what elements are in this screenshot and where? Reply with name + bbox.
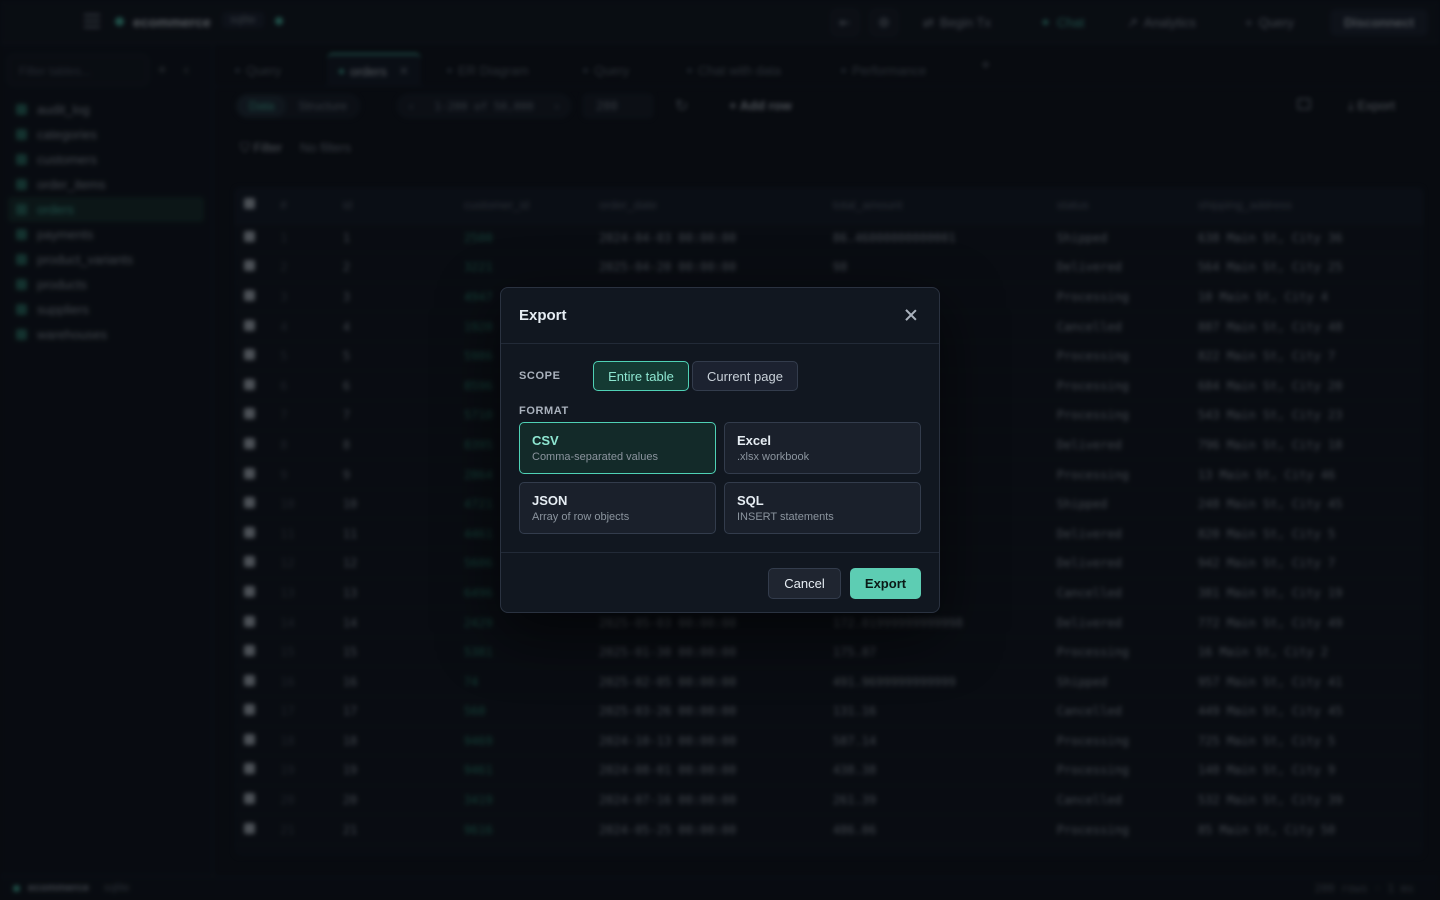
format-name: SQL xyxy=(737,493,764,508)
close-icon[interactable] xyxy=(903,307,919,323)
export-dialog: Export SCOPE Entire table Current page F… xyxy=(500,287,940,613)
format-name: Excel xyxy=(737,433,771,448)
format-name: CSV xyxy=(532,433,559,448)
cancel-button[interactable]: Cancel xyxy=(768,568,841,599)
scope-current-page-button[interactable]: Current page xyxy=(692,361,798,391)
format-sql-option[interactable]: SQL INSERT statements xyxy=(724,482,921,534)
format-description: Array of row objects xyxy=(532,511,630,523)
dialog-header: Export xyxy=(501,288,939,344)
format-description: .xlsx workbook xyxy=(737,451,810,463)
format-name: JSON xyxy=(532,493,568,508)
format-csv-option[interactable]: CSV Comma-separated values xyxy=(519,422,716,474)
format-label: FORMAT xyxy=(519,405,569,417)
dialog-footer: Cancel Export xyxy=(501,552,939,612)
format-json-option[interactable]: JSON Array of row objects xyxy=(519,482,716,534)
scope-entire-table-button[interactable]: Entire table xyxy=(593,361,689,391)
dialog-title: Export xyxy=(519,307,567,324)
format-description: INSERT statements xyxy=(737,511,834,523)
format-description: Comma-separated values xyxy=(532,451,658,463)
export-button[interactable]: Export xyxy=(850,568,921,599)
scope-label: SCOPE xyxy=(519,370,561,382)
format-excel-option[interactable]: Excel .xlsx workbook xyxy=(724,422,921,474)
